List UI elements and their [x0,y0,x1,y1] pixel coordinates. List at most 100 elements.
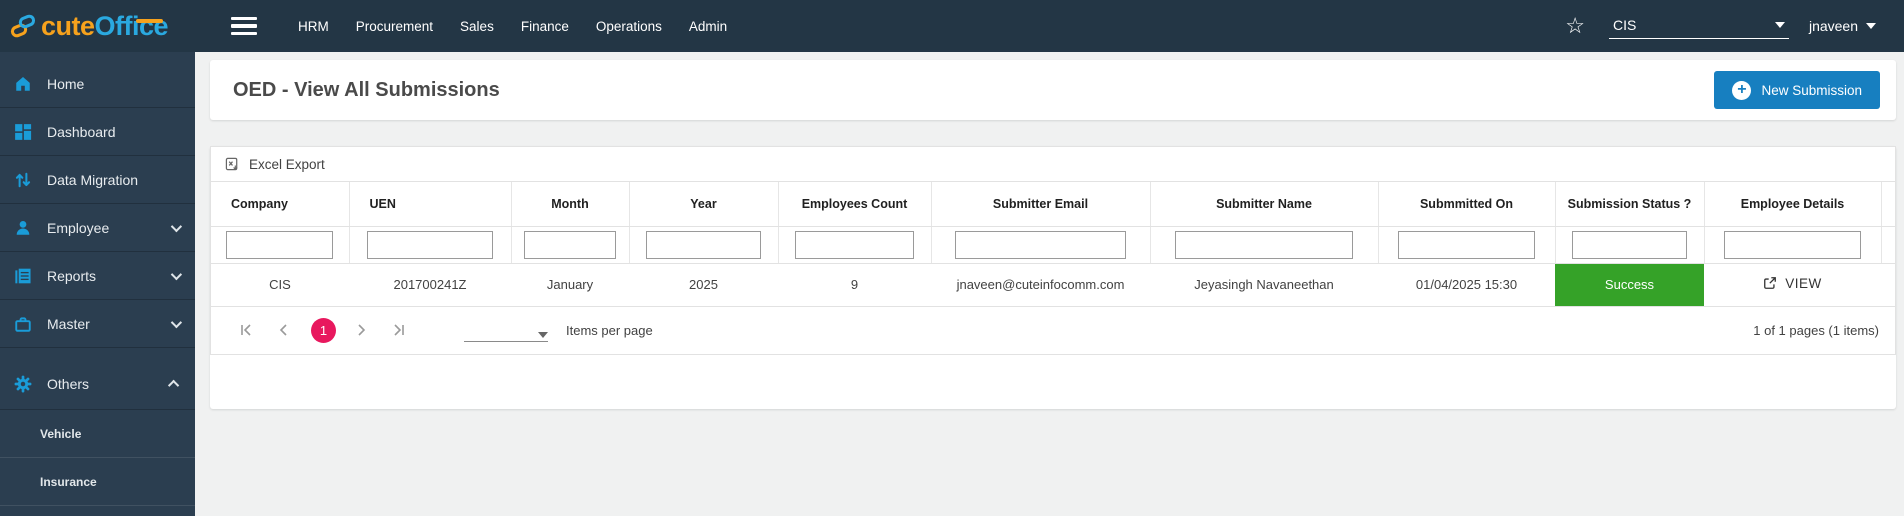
excel-export-button[interactable]: Excel Export [211,147,1895,182]
sidebar-subitem-label: Vehicle [40,427,81,441]
chevron-down-icon [171,316,182,327]
app-name: cuteOffice [41,11,168,42]
sidebar-item-label: Dashboard [47,124,116,140]
chevron-up-icon [168,379,179,390]
user-menu[interactable]: jnaveen [1809,18,1876,34]
hamburger-menu-icon[interactable] [231,17,257,36]
excel-file-icon [225,157,240,172]
chain-link-icon [10,13,36,39]
submissions-grid: Excel Export Company UEN Month Year [210,146,1896,355]
sidebar-item-others[interactable]: Others [0,358,195,410]
new-submission-button[interactable]: + New Submission [1714,71,1880,109]
cell-submitter-name: Jeyasingh Navaneethan [1150,263,1378,306]
chevron-down-icon [171,268,182,279]
cell-year: 2025 [629,263,778,306]
last-page-icon[interactable] [386,317,412,343]
submissions-table: Company UEN Month Year Employees Count S… [211,182,1895,307]
column-header-month[interactable]: Month [511,182,629,226]
filter-input-submission-status[interactable] [1572,231,1687,259]
filter-input-employees-count[interactable] [795,231,914,259]
sidebar-item-home[interactable]: Home [0,60,195,108]
column-header-year[interactable]: Year [629,182,778,226]
employee-icon [14,219,32,237]
cell-employee-details: VIEW [1704,263,1881,306]
pagination-bar: 1 Items per page 1 of 1 pages (1 items) [211,307,1895,354]
column-header-submitted-on[interactable]: Submmitted On [1378,182,1555,226]
sidebar-item-label: Others [47,376,89,392]
sidebar-item-reports[interactable]: Reports [0,252,195,300]
filter-input-submitted-on[interactable] [1398,231,1535,259]
column-header-employees-count[interactable]: Employees Count [778,182,931,226]
favorite-star-icon[interactable]: ☆ [1565,15,1585,37]
gear-icon [14,375,32,393]
filter-input-uen[interactable] [367,231,493,259]
nav-item-sales[interactable]: Sales [460,19,494,34]
first-page-icon[interactable] [233,317,259,343]
sidebar-item-employee[interactable]: Employee [0,204,195,252]
external-link-icon [1763,276,1777,290]
cell-company: CIS [211,263,349,306]
sidebar-item-label: Data Migration [47,172,138,188]
app-logo[interactable]: cuteOffice [0,11,195,42]
cell-submitted-on: 01/04/2025 15:30 [1378,263,1555,306]
cell-month: January [511,263,629,306]
next-page-icon[interactable] [348,317,374,343]
topbar-right-cluster: ☆ CIS jnaveen [1565,13,1904,39]
nav-item-procurement[interactable]: Procurement [356,19,433,34]
master-icon [14,315,32,333]
plus-icon: + [1732,81,1751,100]
chevron-down-icon [1866,23,1876,29]
sidebar-item-label: Home [47,76,84,92]
column-header-spacer [1881,182,1895,226]
nav-item-operations[interactable]: Operations [596,19,662,34]
items-per-page-select[interactable] [464,318,548,342]
sidebar-item-label: Master [47,316,90,332]
status-badge: Success [1555,263,1704,306]
pagination-summary: 1 of 1 pages (1 items) [1753,323,1879,338]
chevron-down-icon [538,332,548,338]
filter-input-month[interactable] [524,231,615,259]
previous-page-icon[interactable] [271,317,297,343]
sidebar-item-data-migration[interactable]: Data Migration [0,156,195,204]
filter-input-submitter-name[interactable] [1175,231,1352,259]
column-header-uen[interactable]: UEN [349,182,511,226]
nav-item-finance[interactable]: Finance [521,19,569,34]
sidebar-item-label: Reports [47,268,96,284]
sidebar-subitem-vehicle[interactable]: Vehicle [0,410,195,458]
column-header-submitter-name[interactable]: Submitter Name [1150,182,1378,226]
sidebar-item-master[interactable]: Master [0,300,195,348]
page-header: OED - View All Submissions + New Submiss… [210,60,1896,120]
nav-item-admin[interactable]: Admin [689,19,727,34]
filter-input-year[interactable] [646,231,761,259]
company-select[interactable]: CIS [1609,13,1789,39]
main-content: OED - View All Submissions + New Submiss… [195,52,1904,516]
cell-uen: 201700241Z [349,263,511,306]
cell-employees-count: 9 [778,263,931,306]
filter-input-submitter-email[interactable] [955,231,1125,259]
table-row: CIS 201700241Z January 2025 9 jnaveen@cu… [211,263,1895,306]
chevron-down-icon [171,220,182,231]
table-header-row: Company UEN Month Year Employees Count S… [211,182,1895,226]
column-header-submission-status[interactable]: Submission Status ? [1555,182,1704,226]
chevron-down-icon [1775,22,1785,28]
column-header-employee-details[interactable]: Employee Details [1704,182,1881,226]
home-icon [14,75,32,93]
reports-icon [14,267,32,285]
filter-input-employee-details[interactable] [1724,231,1861,259]
column-header-submitter-email[interactable]: Submitter Email [931,182,1150,226]
nav-item-hrm[interactable]: HRM [298,19,329,34]
user-name: jnaveen [1809,18,1858,34]
data-migration-icon [14,171,32,189]
items-per-page-label: Items per page [566,323,653,338]
cell-submitter-email: jnaveen@cuteinfocomm.com [931,263,1150,306]
sidebar-subitem-label: Insurance [40,475,97,489]
sidebar-item-dashboard[interactable]: Dashboard [0,108,195,156]
column-header-company[interactable]: Company [211,182,349,226]
filter-input-company[interactable] [226,231,333,259]
sidebar-subitem-insurance[interactable]: Insurance [0,458,195,506]
top-navigation: HRM Procurement Sales Finance Operations… [298,19,727,34]
view-button[interactable]: VIEW [1763,276,1822,291]
sidebar: Home Dashboard Data Migration [0,52,195,516]
current-page-button[interactable]: 1 [311,318,336,343]
sidebar-item-label: Employee [47,220,109,236]
